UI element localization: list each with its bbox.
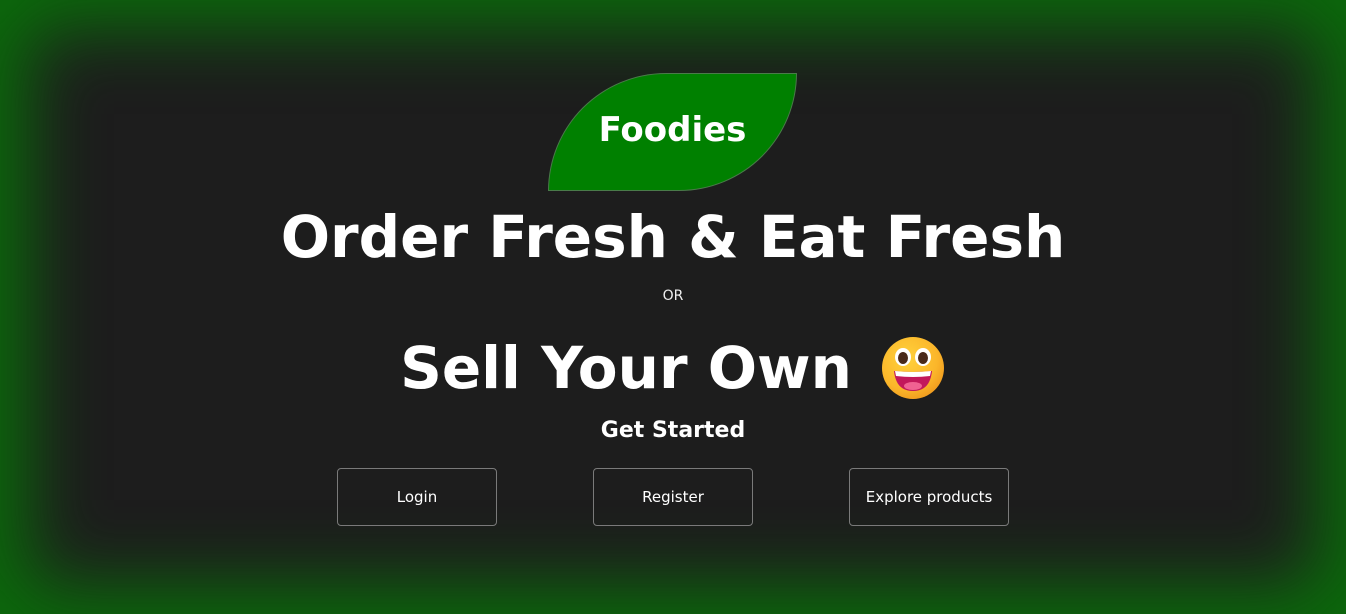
login-button[interactable]: Login <box>337 468 497 526</box>
hero-headline-secondary: Sell Your Own <box>400 334 852 402</box>
hero-secondary: Sell Your Own <box>0 335 1346 401</box>
hero-headline-primary: Order Fresh & Eat Fresh <box>280 203 1066 271</box>
get-started-heading: Get Started <box>600 418 746 443</box>
explore-products-button[interactable]: Explore products <box>849 468 1009 526</box>
brand-name: Foodies <box>598 109 747 150</box>
hero-separator: OR <box>662 288 684 304</box>
grinning-face-emoji-icon <box>880 335 946 401</box>
brand-logo: Foodies <box>548 73 797 191</box>
landing-page: Foodies Order Fresh & Eat Fresh OR Sell … <box>0 0 1346 614</box>
register-button[interactable]: Register <box>593 468 753 526</box>
